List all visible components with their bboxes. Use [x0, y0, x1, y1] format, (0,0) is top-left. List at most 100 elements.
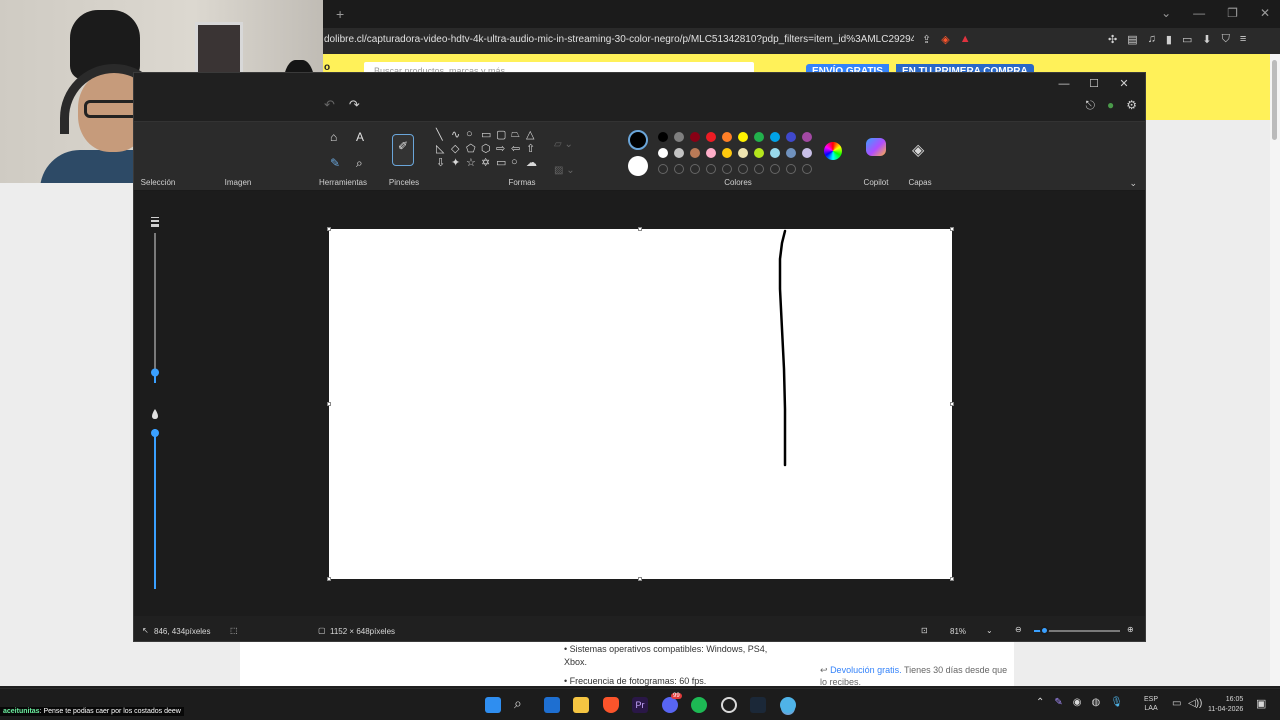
ribbon-label-copilot[interactable]: Copilot [858, 178, 894, 187]
share-icon[interactable]: ⎋ [1085, 98, 1095, 113]
curve-shape-icon[interactable]: ∿ [451, 128, 466, 141]
secondary-color[interactable] [628, 156, 648, 176]
text-icon[interactable]: A [356, 130, 364, 144]
paint-taskbar-icon[interactable] [780, 697, 796, 713]
start-icon[interactable] [485, 697, 501, 713]
cloud-callout-shape-icon[interactable]: ☁ [526, 156, 541, 169]
zoom-level[interactable]: 81% [950, 627, 966, 636]
obs-icon[interactable] [721, 697, 737, 713]
rectangle-shape-icon[interactable]: ▭ [481, 128, 496, 141]
paint-minimize-icon[interactable]: — [1049, 75, 1079, 93]
redo-icon[interactable]: ↷ [349, 97, 360, 113]
brave-rewards-icon[interactable]: ▲ [960, 33, 971, 46]
ribbon-label-seleccion[interactable]: Selección [140, 178, 176, 187]
polygon-shape-icon[interactable]: ⏢ [511, 128, 526, 141]
size-slider-knob[interactable] [151, 368, 159, 377]
menu-icon[interactable]: ≡ [1240, 33, 1246, 46]
spotify-icon[interactable] [691, 697, 707, 713]
rect-callout-shape-icon[interactable]: ▭ [496, 156, 511, 169]
fill-icon[interactable]: ⌂ [330, 130, 337, 144]
zoom-in-icon[interactable]: ⊕ [1127, 625, 1134, 634]
resize-handle-top-left[interactable] [327, 227, 331, 231]
reader-icon[interactable]: ▤ [1127, 33, 1137, 46]
left-arrow-shape-icon[interactable]: ⇦ [511, 142, 526, 155]
palette-swatch[interactable] [690, 148, 700, 158]
custom-color-slot[interactable] [706, 164, 716, 174]
volume-icon[interactable]: ◁)) [1188, 698, 1202, 709]
minimize-icon[interactable]: — [1193, 6, 1205, 20]
palette-swatch[interactable] [802, 132, 812, 142]
custom-color-slot[interactable] [754, 164, 764, 174]
wallet-icon[interactable]: ▭ [1182, 33, 1192, 46]
rounded-rect-shape-icon[interactable]: ▢ [496, 128, 511, 141]
down-arrow-shape-icon[interactable]: ⇩ [436, 156, 451, 169]
palette-swatch[interactable] [706, 132, 716, 142]
brush-button[interactable]: ✐ [392, 134, 414, 166]
custom-color-slot[interactable] [738, 164, 748, 174]
zoom-tool-icon[interactable]: ⌕ [356, 156, 363, 171]
steam-icon[interactable] [750, 697, 766, 713]
palette-swatch[interactable] [722, 148, 732, 158]
palette-swatch[interactable] [706, 148, 716, 158]
task-view-icon[interactable] [544, 697, 560, 713]
diamond-shape-icon[interactable]: ◇ [451, 142, 466, 155]
search-icon[interactable]: ⌕ [514, 695, 530, 711]
sidebar-icon[interactable]: ▮ [1166, 33, 1172, 46]
ribbon-label-colores[interactable]: Colores [714, 178, 762, 187]
custom-color-slot[interactable] [674, 164, 684, 174]
palette-swatch[interactable] [674, 148, 684, 158]
discord-icon[interactable]: 99 [662, 693, 682, 713]
opacity-slider-knob[interactable] [151, 429, 159, 437]
line-shape-icon[interactable]: ╲ [436, 128, 451, 141]
custom-color-slot[interactable] [786, 164, 796, 174]
media-icon[interactable]: ♫ [1148, 33, 1156, 46]
triangle-shape-icon[interactable]: △ [526, 128, 541, 141]
zoom-slider-knob[interactable] [1040, 626, 1050, 635]
palette-swatch[interactable] [738, 132, 748, 142]
palette-swatch[interactable] [674, 132, 684, 142]
page-scrollbar-thumb[interactable] [1272, 60, 1277, 140]
close-icon[interactable]: ✕ [1260, 6, 1270, 20]
network-icon[interactable]: ▭ [1172, 698, 1181, 709]
zoom-slider[interactable] [1034, 626, 1120, 635]
up-arrow-shape-icon[interactable]: ⇧ [526, 142, 541, 155]
hexagon-shape-icon[interactable]: ⬡ [481, 142, 496, 155]
ribbon-label-herramientas[interactable]: Herramientas [308, 178, 378, 187]
custom-color-slot[interactable] [690, 164, 700, 174]
palette-swatch[interactable] [786, 132, 796, 142]
premiere-icon[interactable]: Pr [632, 697, 648, 713]
zoom-out-icon[interactable]: ⊖ [1015, 625, 1022, 634]
right-triangle-shape-icon[interactable]: ◺ [436, 142, 451, 155]
custom-color-slot[interactable] [802, 164, 812, 174]
palette-swatch[interactable] [754, 148, 764, 158]
maximize-icon[interactable]: ❐ [1227, 6, 1238, 20]
oval-callout-shape-icon[interactable]: ○ [511, 156, 526, 169]
custom-color-slot[interactable] [770, 164, 780, 174]
account-icon[interactable]: ● [1107, 98, 1114, 113]
palette-swatch[interactable] [786, 148, 796, 158]
resize-handle-top[interactable] [638, 227, 642, 231]
oval-shape-icon[interactable]: ○ [466, 128, 481, 141]
tray-pen-icon[interactable]: ✎ [1054, 697, 1062, 708]
resize-handle-top-right[interactable] [950, 227, 954, 231]
ribbon-label-formas[interactable]: Formas [502, 178, 542, 187]
resize-handle-left[interactable] [327, 402, 331, 406]
palette-swatch[interactable] [722, 132, 732, 142]
url-field[interactable]: dolibre.cl/capturadora-video-hdtv-4k-ult… [324, 34, 914, 45]
tray-overflow-icon[interactable]: ⌃ [1036, 697, 1044, 708]
notification-icon[interactable]: ▣ [1256, 697, 1266, 710]
tab-list-chevron-icon[interactable]: ⌄ [1161, 6, 1171, 20]
new-tab-button[interactable]: + [336, 6, 344, 22]
tray-discord-icon[interactable]: ◉ [1073, 697, 1082, 708]
palette-swatch[interactable] [802, 148, 812, 158]
ribbon-collapse-icon[interactable]: ⌄ [1129, 178, 1137, 189]
clock[interactable]: 16:05 11-04-2026 [1208, 695, 1243, 715]
edit-colors-icon[interactable] [824, 142, 842, 160]
palette-swatch[interactable] [770, 132, 780, 142]
file-explorer-icon[interactable] [573, 697, 589, 713]
settings-icon[interactable]: ⚙ [1126, 98, 1137, 113]
custom-color-slot[interactable] [658, 164, 668, 174]
six-point-star-shape-icon[interactable]: ✡ [481, 156, 496, 169]
layers-icon[interactable]: ◈ [912, 140, 924, 160]
extensions-icon[interactable]: ✣ [1108, 33, 1117, 46]
